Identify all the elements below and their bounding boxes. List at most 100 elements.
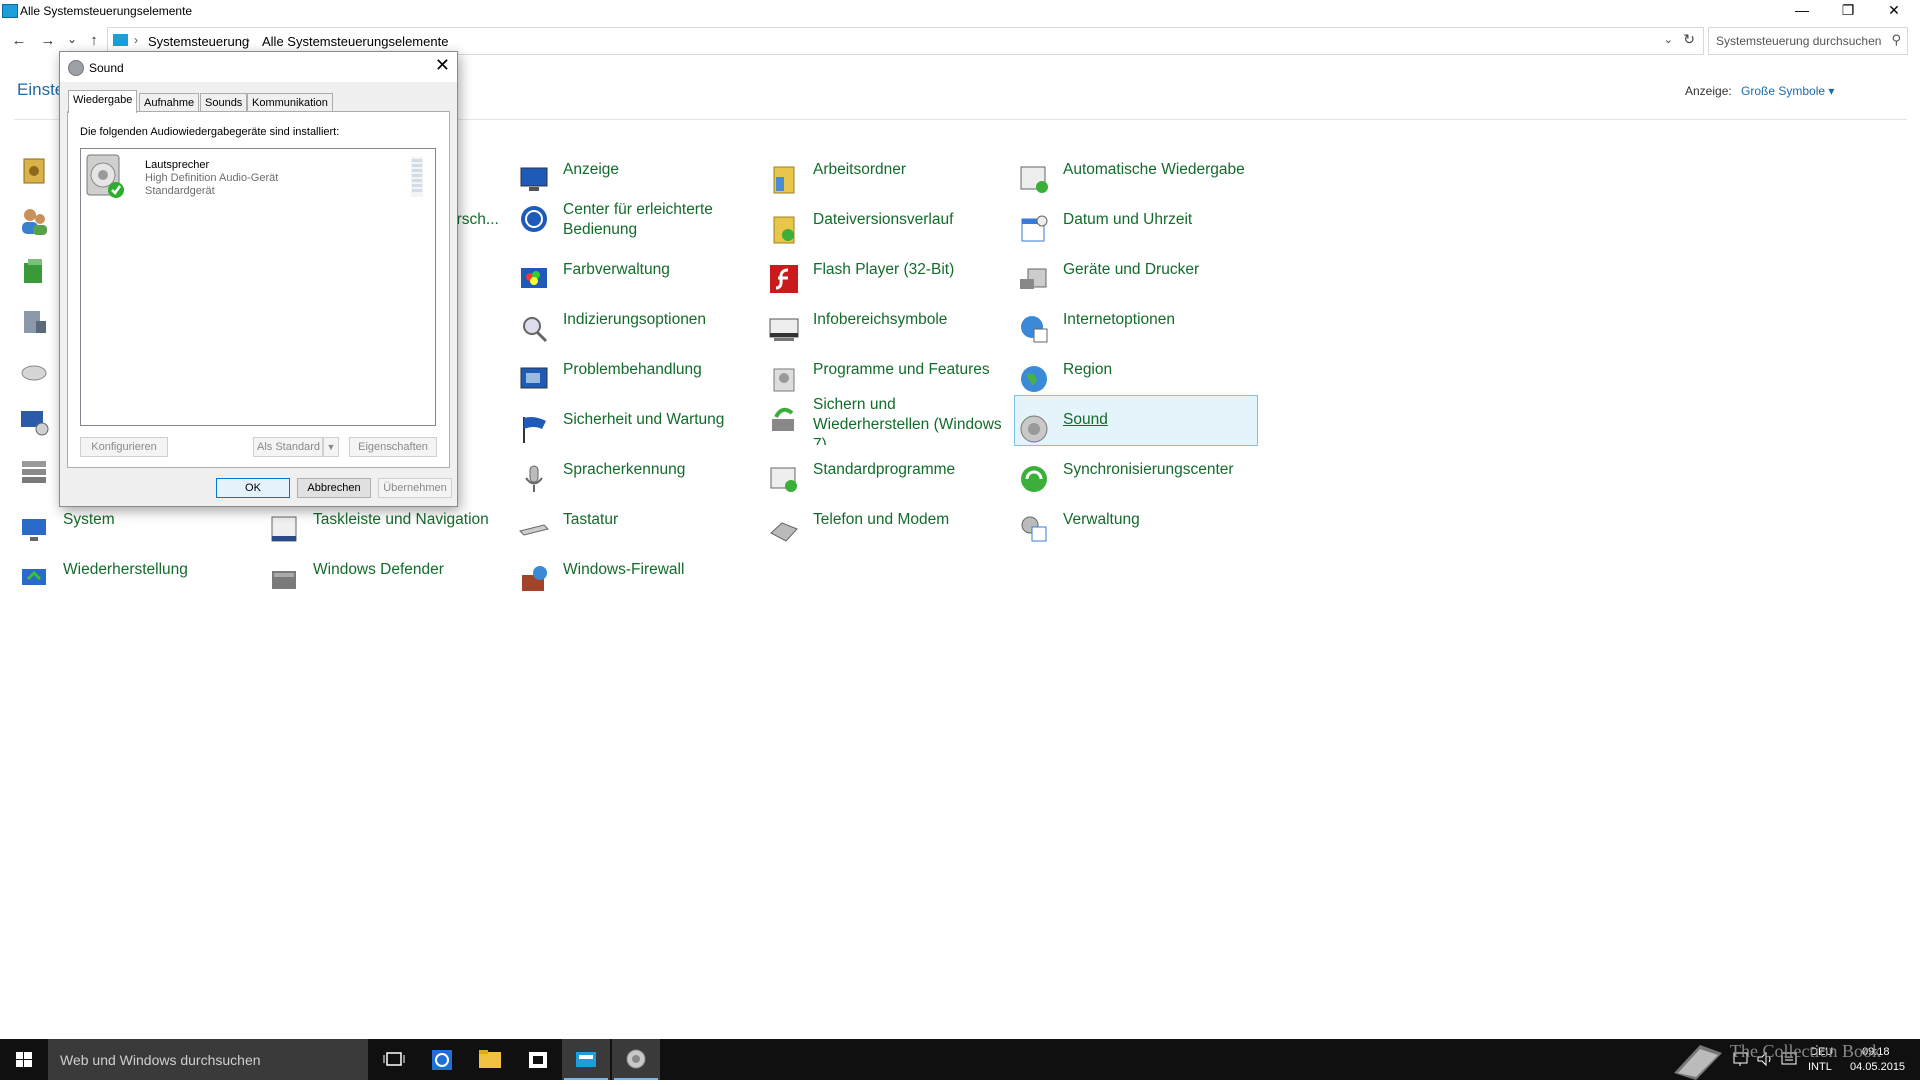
- color-management-icon: [521, 268, 547, 288]
- cp-item-problembehandlung[interactable]: Problembehandlung: [518, 360, 758, 404]
- cp-item-spracherkennung[interactable]: Spracherkennung: [518, 460, 758, 504]
- storage-icon: [22, 461, 46, 483]
- cp-item-firewall[interactable]: Windows-Firewall: [518, 560, 758, 604]
- cp-item-taskbar[interactable]: Taskleiste und Navigation: [268, 510, 508, 554]
- cp-item-region[interactable]: Region: [1018, 360, 1258, 404]
- dialog-close-button[interactable]: ✕: [435, 55, 450, 76]
- set-default-dropdown[interactable]: ▼: [323, 437, 339, 457]
- window-title: Alle Systemsteuerungselemente: [20, 4, 193, 18]
- taskbar-store-button[interactable]: [514, 1039, 562, 1080]
- cp-item-standardprogramme[interactable]: Standardprogramme: [768, 460, 1008, 504]
- control-panel-icon: [113, 34, 128, 46]
- list-item[interactable]: Lautsprecher High Definition Audio-Gerät…: [81, 149, 435, 205]
- search-input[interactable]: Systemsteuerung durchsuchen ⚲: [1708, 27, 1908, 55]
- ok-button[interactable]: OK: [216, 478, 290, 498]
- cp-item-anzeige[interactable]: Anzeige: [518, 160, 758, 204]
- minimize-button[interactable]: —: [1779, 0, 1825, 22]
- store-icon: [529, 1052, 547, 1068]
- view-label: Anzeige:: [1685, 84, 1732, 98]
- cp-item-defender[interactable]: Windows Defender: [268, 560, 508, 604]
- cp-item-system[interactable]: System: [18, 510, 258, 554]
- cp-item-dateiversionsverlauf[interactable]: Dateiversionsverlauf: [768, 210, 1008, 254]
- control-panel-icon: [2, 4, 18, 18]
- cp-item-infobereichsymbole[interactable]: Infobereichsymbole: [768, 310, 1008, 354]
- breadcrumb-alle-elemente[interactable]: Alle Systemsteuerungselemente: [262, 34, 448, 49]
- sync-icon: [1021, 466, 1047, 492]
- taskbar-ie-button[interactable]: [418, 1039, 466, 1080]
- chevron-down-icon[interactable]: ⌄: [1664, 33, 1673, 46]
- keyboard-icon: [519, 524, 549, 536]
- cp-item-flash-player[interactable]: Flash Player (32-Bit): [768, 260, 1008, 304]
- tab-kommunikation[interactable]: Kommunikation: [247, 93, 333, 112]
- configure-button[interactable]: Konfigurieren: [80, 437, 168, 457]
- up-button[interactable]: ↑: [84, 32, 104, 49]
- cp-item-datum-uhrzeit[interactable]: Datum und Uhrzeit: [1018, 210, 1258, 254]
- speaker-icon: [86, 154, 124, 198]
- device-list[interactable]: Lautsprecher High Definition Audio-Gerät…: [80, 148, 436, 426]
- device-status: Standardgerät: [145, 185, 215, 197]
- system-icon: [22, 519, 46, 541]
- tab-wiedergabe[interactable]: Wiedergabe: [68, 90, 138, 113]
- maximize-button[interactable]: ❐: [1825, 0, 1871, 22]
- cp-item-farbverwaltung[interactable]: Farbverwaltung: [518, 260, 758, 304]
- task-view-button[interactable]: [370, 1039, 418, 1080]
- taskbar-explorer-button[interactable]: [466, 1039, 514, 1080]
- device-name: Lautsprecher: [145, 159, 210, 171]
- users-icon: [22, 209, 47, 235]
- credential-icon: [23, 158, 45, 184]
- cp-item-erleichterte-bedienung[interactable]: Center für erleichterte Bedienung: [518, 200, 758, 244]
- taskbar-control-panel-button[interactable]: [562, 1039, 610, 1080]
- cp-item-telefon-modem[interactable]: Telefon und Modem: [768, 510, 1008, 554]
- properties-button[interactable]: Eigenschaften: [349, 437, 437, 457]
- mouse-icon: [21, 365, 47, 381]
- breadcrumb-systemsteuerung[interactable]: Systemsteuerung: [148, 34, 249, 49]
- cp-item-sichern-wiederherstellen[interactable]: Sichern und Wiederherstellen (Windows 7): [768, 395, 1008, 445]
- recent-locations-button[interactable]: ⌄: [62, 32, 82, 46]
- search-icon: ⚲: [1891, 32, 1901, 47]
- apply-button[interactable]: Übernehmen: [378, 478, 452, 498]
- cp-item-verwaltung[interactable]: Verwaltung: [1018, 510, 1258, 554]
- power-icon: [24, 259, 42, 283]
- cp-item-tastatur[interactable]: Tastatur: [518, 510, 758, 554]
- refresh-icon[interactable]: ↻: [1683, 31, 1695, 48]
- cp-item-arbeitsordner[interactable]: Arbeitsordner: [768, 160, 1008, 204]
- notification-icons-icon: [769, 318, 799, 341]
- calendar-icon: [1021, 215, 1048, 242]
- tab-aufnahme[interactable]: Aufnahme: [139, 93, 200, 112]
- volume-meter: [411, 157, 423, 197]
- device-driver: High Definition Audio-Gerät: [145, 172, 279, 184]
- internet-options-icon: [1021, 316, 1048, 343]
- forward-button[interactable]: →: [38, 32, 58, 49]
- ease-of-access-icon: [521, 206, 547, 232]
- keyboard-layout[interactable]: INTL: [1808, 1061, 1832, 1073]
- recovery-icon: [22, 569, 46, 585]
- flash-icon: [770, 265, 798, 293]
- cp-item-sicherheit-wartung[interactable]: Sicherheit und Wartung: [518, 410, 758, 454]
- cp-item-internetoptionen[interactable]: Internetoptionen: [1018, 310, 1258, 354]
- display-icon: [520, 167, 548, 191]
- start-button[interactable]: [0, 1039, 48, 1080]
- work-folders-icon: [773, 166, 795, 194]
- window-titlebar: Alle Systemsteuerungselemente — ❐ ✕: [0, 0, 1920, 22]
- cancel-button[interactable]: Abbrechen: [297, 478, 371, 498]
- taskbar-sound-button[interactable]: [612, 1039, 660, 1080]
- view-mode-dropdown[interactable]: Große Symbole ▾: [1741, 84, 1834, 98]
- folder-icon: [479, 1050, 501, 1068]
- set-default-button[interactable]: Als Standard: [253, 437, 323, 457]
- close-button[interactable]: ✕: [1871, 0, 1917, 22]
- windows-logo-icon: [16, 1052, 32, 1067]
- taskbar-search-input[interactable]: Web und Windows durchsuchen: [48, 1039, 368, 1080]
- back-button[interactable]: ←: [9, 32, 29, 49]
- clock-date[interactable]: 04.05.2015: [1850, 1061, 1905, 1073]
- cp-item-synchronisierungscenter[interactable]: Synchronisierungscenter: [1018, 460, 1258, 504]
- backup-icon: [772, 407, 794, 431]
- remote-icon: [21, 411, 49, 436]
- cp-item-automatische-wiedergabe[interactable]: Automatische Wiedergabe: [1018, 160, 1258, 204]
- dialog-titlebar: Sound ✕: [60, 52, 457, 82]
- cp-item-sound[interactable]: Sound: [1018, 410, 1258, 454]
- watermark: The Collection Book: [1730, 1041, 1881, 1061]
- cp-item-indizierung[interactable]: Indizierungsoptionen: [518, 310, 758, 354]
- cp-item-recovery[interactable]: Wiederherstellung: [18, 560, 258, 604]
- tab-sounds[interactable]: Sounds: [200, 93, 248, 112]
- cp-item-geraete-drucker[interactable]: Geräte und Drucker: [1018, 260, 1258, 304]
